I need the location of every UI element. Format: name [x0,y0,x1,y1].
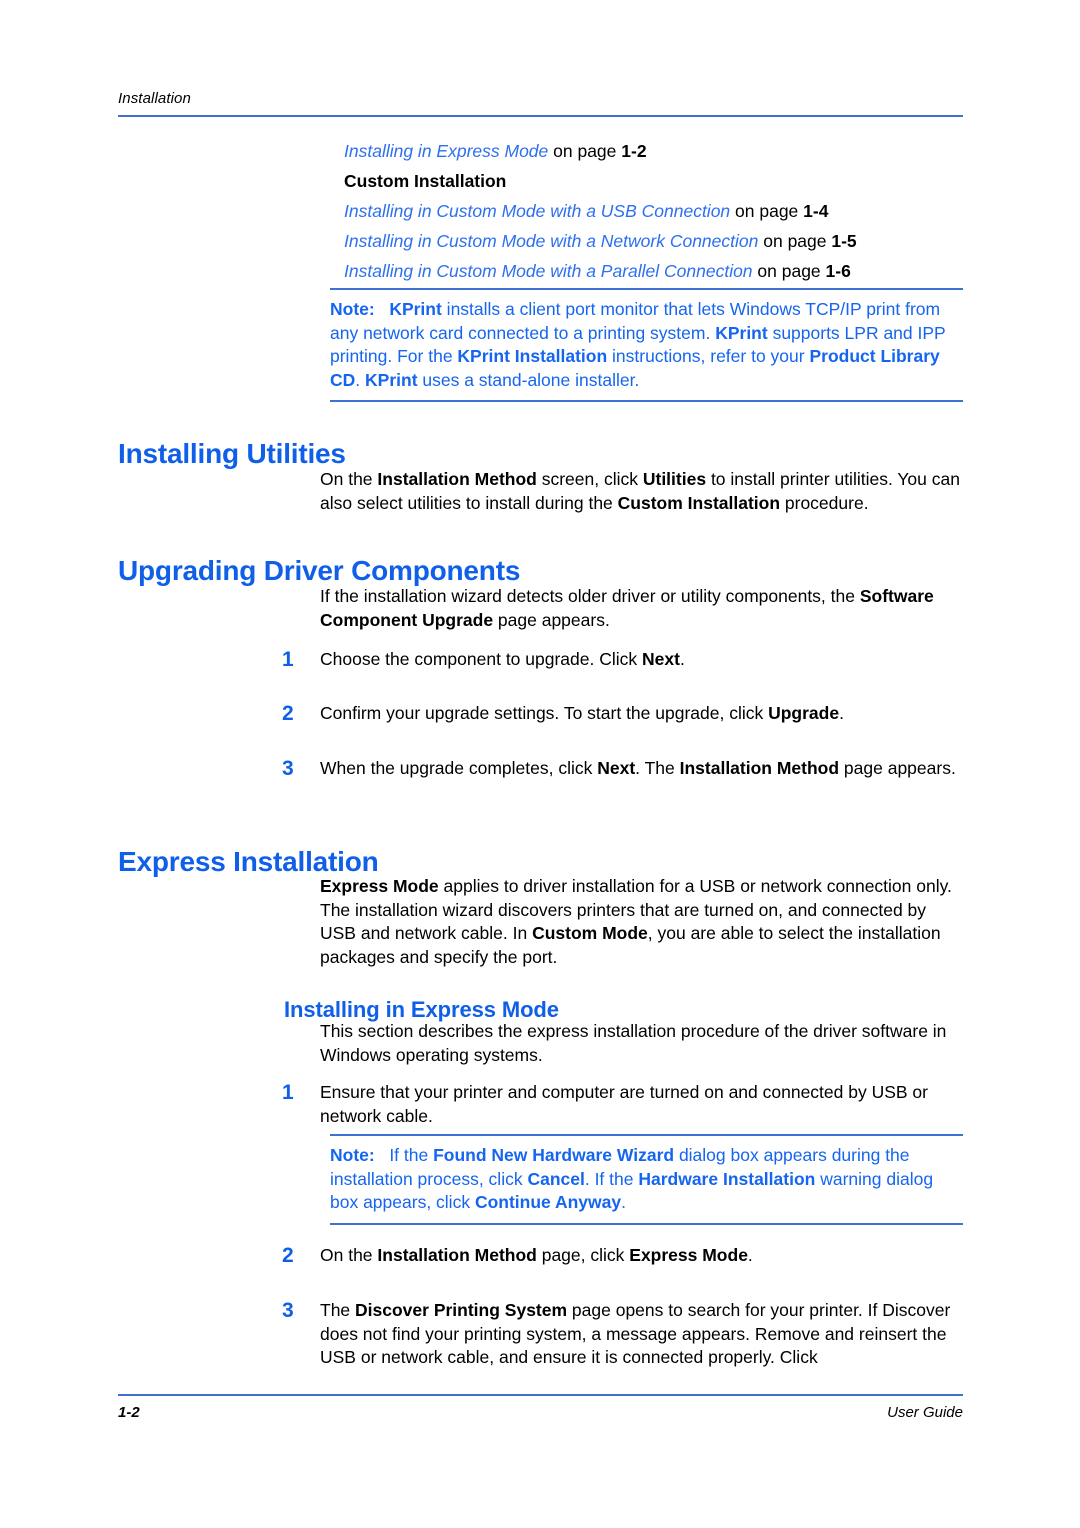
xref-tail: on page [548,141,622,161]
custom-installation-subheading: Custom Installation [344,171,507,191]
xref-page: 1-2 [621,141,647,161]
page-footer: 1-2 User Guide [118,1394,963,1421]
step-number: 1 [282,1081,294,1104]
step-item: 3 The Discover Printing System page open… [282,1299,963,1370]
xref-page: 1-6 [825,261,851,281]
heading-express-installation: Express Installation [118,845,379,877]
document-page: Installation Installing in Express Mode … [0,0,1080,1528]
footer-page-number: 1-2 [118,1404,140,1421]
step-text: The Discover Printing System page opens … [320,1300,951,1367]
heading-upgrading-driver-components: Upgrading Driver Components [118,554,521,586]
xref-link[interactable]: Installing in Custom Mode with a USB Con… [344,201,730,221]
step-text: Confirm your upgrade settings. To start … [320,703,844,723]
xref-tail: on page [752,261,826,281]
note-label: Note: [330,299,375,319]
step-text: When the upgrade completes, click Next. … [320,758,956,778]
xref-tail: on page [758,231,832,251]
xref-tail: on page [730,201,804,221]
xref-page: 1-5 [831,231,857,251]
footer-guide-label: User Guide [887,1404,963,1421]
xref-item[interactable]: Installing in Express Mode on page 1-2 [344,136,963,166]
note-text: If the Found New Hardware Wizard dialog … [330,1145,934,1212]
xref-page: 1-4 [803,201,829,221]
step-item: 2 Confirm your upgrade settings. To star… [282,702,963,726]
xref-item[interactable]: Installing in Custom Mode with a USB Con… [344,196,963,226]
header-rule [118,115,963,117]
step-text: On the Installation Method page, click E… [320,1245,753,1265]
note-bottom-rule [330,400,963,402]
heading-installing-utilities: Installing Utilities [118,437,346,469]
step-number: 1 [282,648,294,671]
note-box-hardware-wizard: Note: If the Found New Hardware Wizard d… [330,1134,963,1225]
note-bottom-rule [330,1222,963,1225]
step-item: 1 Choose the component to upgrade. Click… [282,648,963,672]
paragraph-upgrading-driver-components: If the installation wizard detects older… [320,586,934,630]
xref-item[interactable]: Installing in Custom Mode with a Network… [344,226,963,256]
note-text: KPrint installs a client port monitor th… [330,299,946,390]
xref-link[interactable]: Installing in Express Mode [344,141,548,161]
xref-item[interactable]: Installing in Custom Mode with a Paralle… [344,256,963,286]
paragraph-installing-utilities: On the Installation Method screen, click… [320,469,960,513]
step-number: 2 [282,702,294,725]
step-item: 3 When the upgrade completes, click Next… [282,757,963,781]
step-item: 2 On the Installation Method page, click… [282,1244,963,1268]
step-item: 1 Ensure that your printer and computer … [282,1081,963,1128]
note-body: Note: KPrint installs a client port moni… [330,290,963,400]
note-body: Note: If the Found New Hardware Wizard d… [330,1136,963,1223]
footer-rule [118,1394,963,1396]
running-header: Installation [118,90,963,117]
note-box-kprint: Note: KPrint installs a client port moni… [330,288,963,402]
paragraph-express-installation: Express Mode applies to driver installat… [320,876,952,967]
cross-reference-list: Installing in Express Mode on page 1-2 C… [0,136,1080,286]
note-label: Note: [330,1145,375,1165]
step-text: Ensure that your printer and computer ar… [320,1082,928,1126]
xref-link[interactable]: Installing in Custom Mode with a Paralle… [344,261,753,281]
step-number: 3 [282,1299,294,1322]
step-number: 2 [282,1244,294,1267]
chapter-label: Installation [118,90,191,107]
xref-link[interactable]: Installing in Custom Mode with a Network… [344,231,758,251]
paragraph-express-intro: This section describes the express insta… [320,1021,947,1065]
step-number: 3 [282,757,294,780]
step-text: Choose the component to upgrade. Click N… [320,649,685,669]
